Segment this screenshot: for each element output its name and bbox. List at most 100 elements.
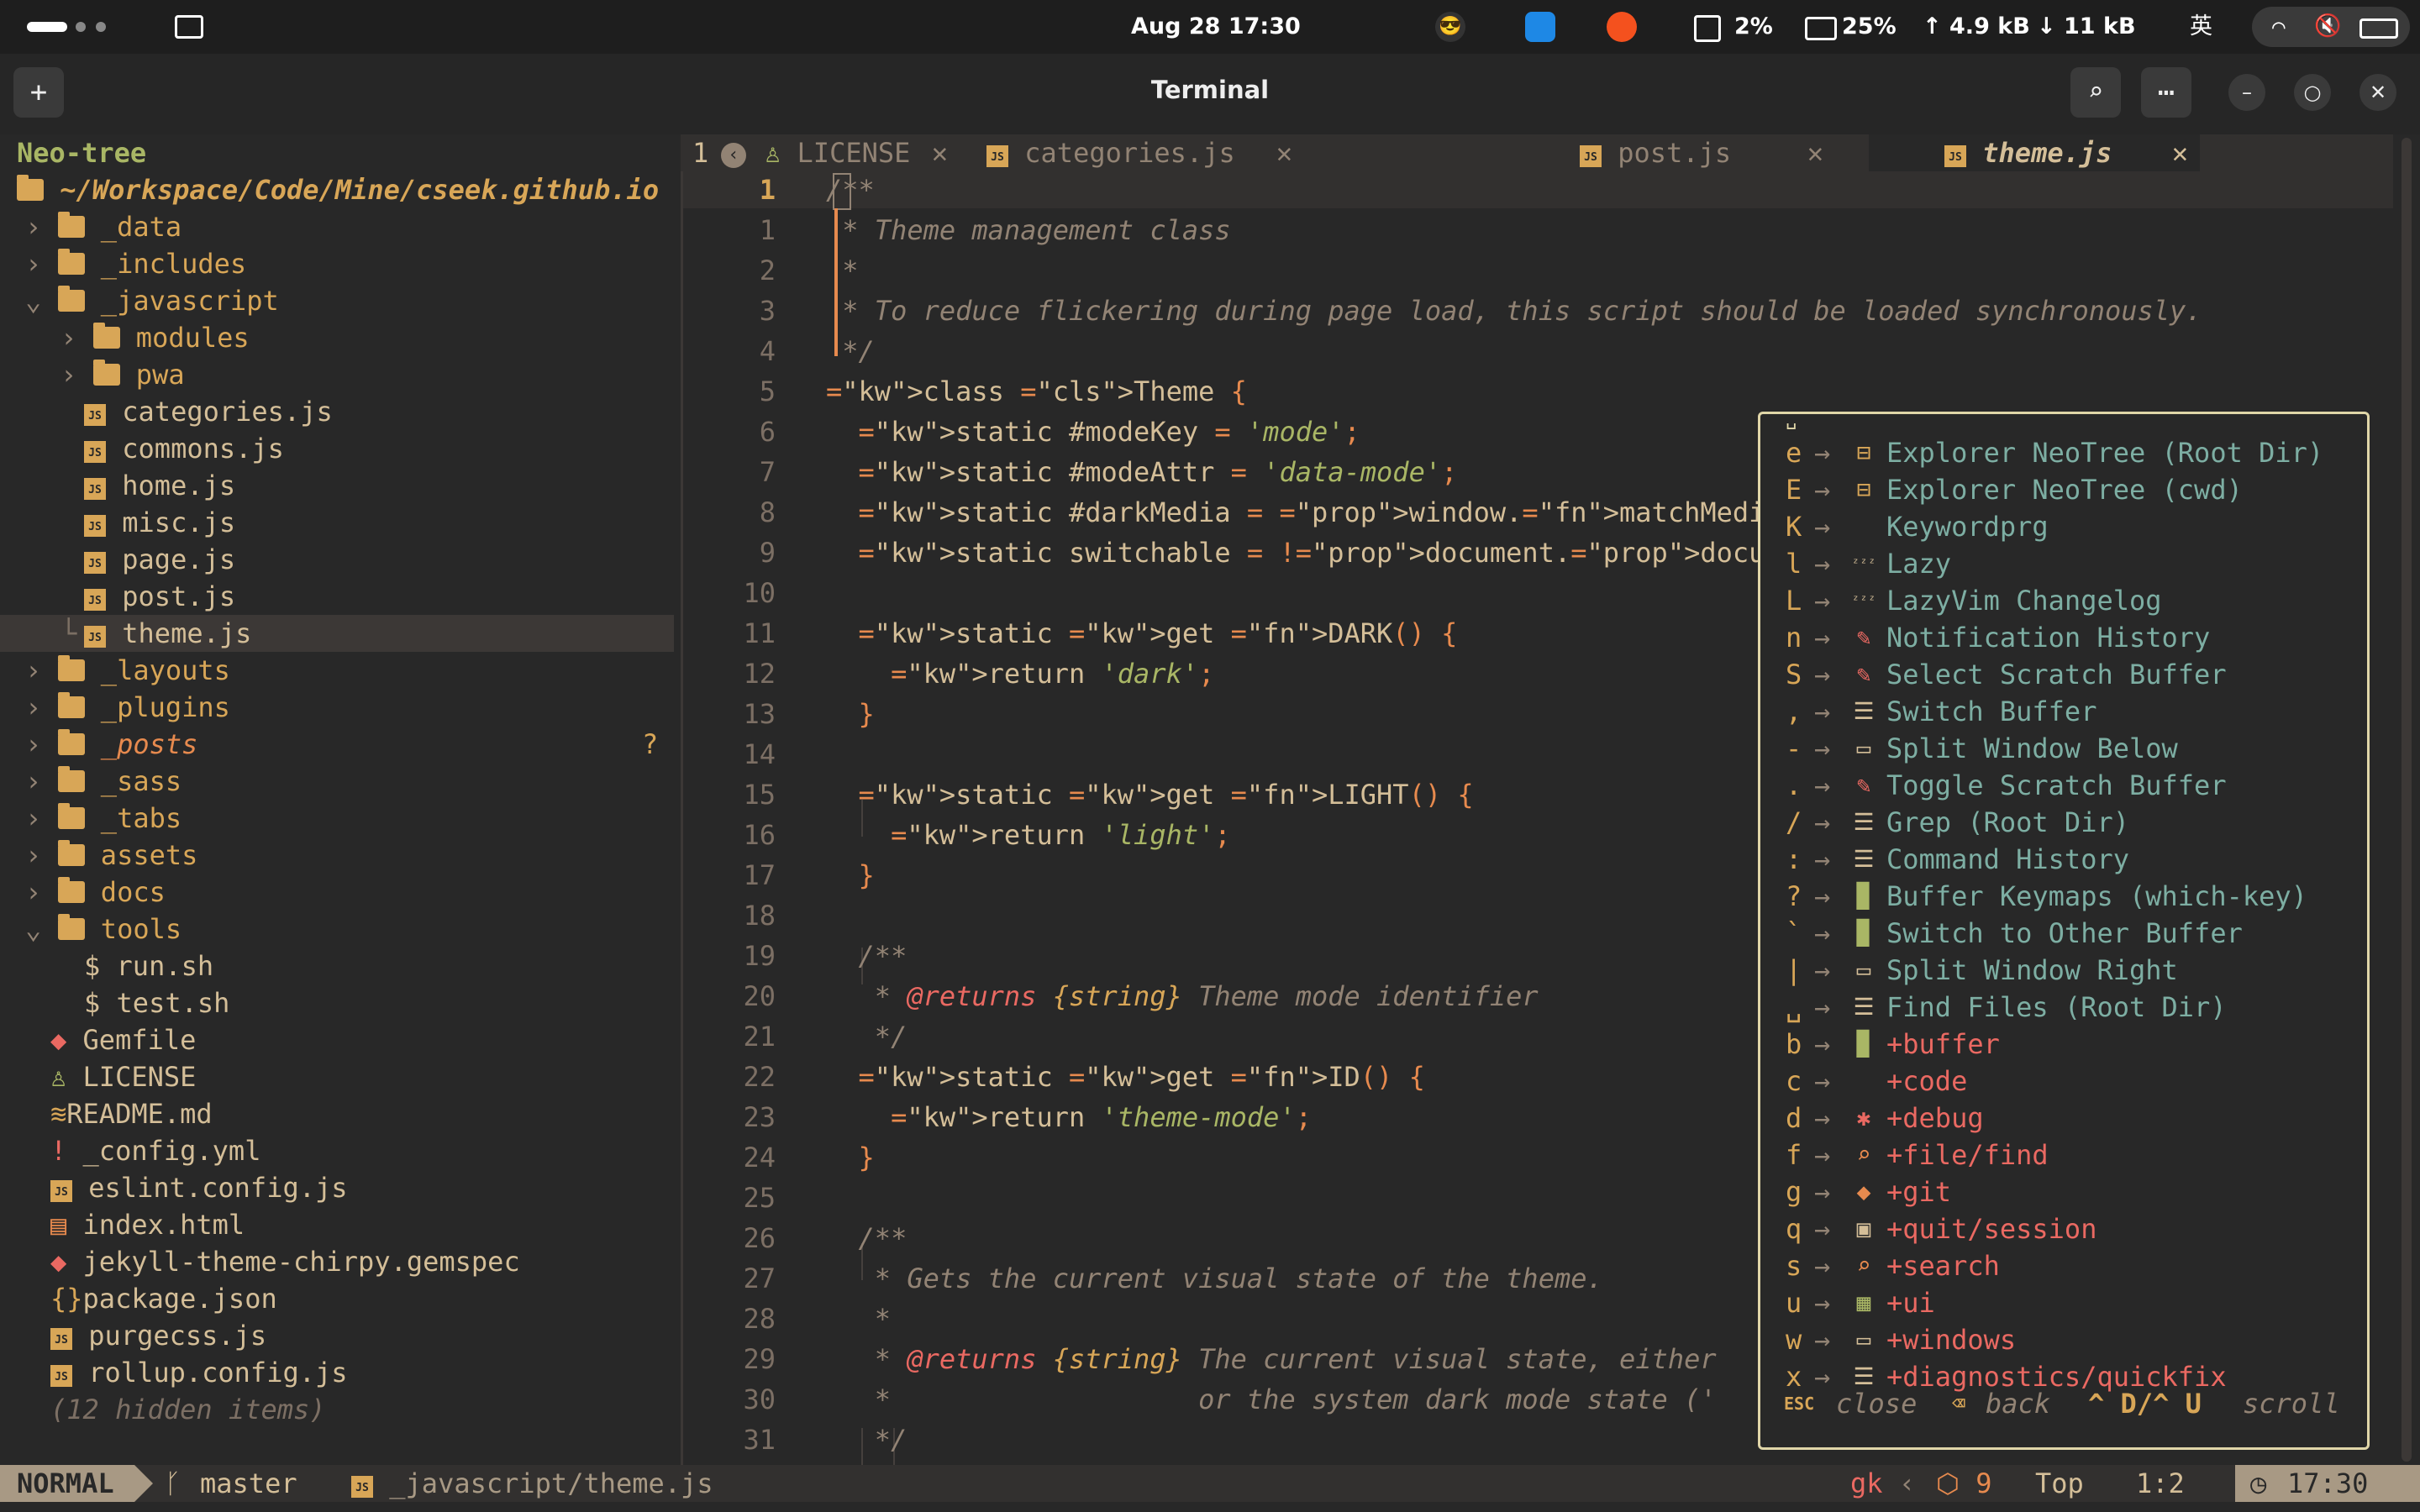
close-icon[interactable]: ✕ (1807, 134, 1823, 171)
tree-folder-tools[interactable]: ⌄ tools (25, 911, 182, 948)
tree-file[interactable]: JS commons.js (84, 430, 284, 467)
tree-folder-plugins[interactable]: › _plugins (25, 689, 230, 726)
tree-file[interactable]: $ run.sh (84, 948, 213, 984)
scroll-hint[interactable]: scroll (2243, 1385, 2340, 1422)
code-line[interactable]: } (826, 1139, 875, 1176)
tree-file[interactable]: JS misc.js (84, 504, 235, 541)
js-file-icon: JS (50, 1328, 72, 1350)
code-line[interactable]: ="kw">static ="kw">get ="fn">LIGHT() { (826, 776, 1474, 813)
tree-folder-assets[interactable]: › assets (25, 837, 197, 874)
close-icon[interactable]: ✕ (1276, 134, 1292, 171)
code-line[interactable]: ="kw">return 'light'; (826, 816, 1231, 853)
tree-file[interactable]: JS home.js (84, 467, 235, 504)
code-line[interactable]: */ (826, 1421, 908, 1458)
code-line[interactable]: */ (826, 333, 875, 370)
maximize-button[interactable]: ○ (2294, 74, 2331, 111)
tree-file[interactable]: JS categories.js (84, 393, 333, 430)
tree-folder-includes[interactable]: › _includes (25, 245, 246, 282)
tree-file[interactable]: JS post.js (84, 578, 235, 615)
which-key-desc: Split Window Below (1886, 732, 2178, 764)
tree-file[interactable]: JS rollup.config.js (50, 1354, 348, 1391)
menu-button[interactable]: ⋯ (2141, 67, 2191, 118)
tree-file[interactable]: JS page.js (84, 541, 235, 578)
code-line[interactable]: ="kw">static #modeAttr = 'data-mode'; (826, 454, 1458, 491)
tree-folder-pwa[interactable]: › pwa (60, 356, 185, 393)
tree-folder-tabs[interactable]: › _tabs (25, 800, 182, 837)
code-line[interactable]: * (826, 252, 858, 289)
tree-folder-posts[interactable]: › _posts (25, 726, 197, 763)
code-line[interactable]: */ (826, 1018, 908, 1055)
code-line[interactable]: } (826, 857, 875, 894)
which-key-desc: LazyVim Changelog (1886, 585, 2162, 617)
code-line[interactable]: * (826, 1300, 891, 1337)
code-line[interactable]: * Theme management class (826, 212, 1230, 249)
tree-file[interactable]: JS purgecss.js (50, 1317, 266, 1354)
tree-folder-javascript[interactable]: ⌄ _javascript (25, 282, 279, 319)
workspace-indicator[interactable] (76, 22, 86, 32)
close-hint[interactable]: close (1836, 1385, 1917, 1422)
back-hint[interactable]: back (1986, 1385, 2050, 1422)
neo-tree-root[interactable]: ~/Workspace/Code/Mine/cseek.github.io (17, 171, 677, 208)
code-line[interactable]: /** (826, 1220, 908, 1257)
tab-post[interactable]: JS post.js ✕ (1580, 134, 1823, 171)
tree-file[interactable]: ! _config.yml (50, 1132, 260, 1169)
scrollbar-track[interactable] (2402, 138, 2412, 1462)
code-line[interactable]: ="kw">return 'dark'; (826, 655, 1214, 692)
window-overview-icon[interactable] (175, 15, 203, 39)
code-line[interactable]: ="kw">return 'theme-mode'; (826, 1099, 1312, 1136)
code-line[interactable]: ="kw">static ="kw">get ="fn">DARK() { (826, 615, 1458, 652)
tree-file[interactable]: ◆ Gemfile (50, 1021, 196, 1058)
code-line[interactable]: ="kw">class ="cls">Theme { (826, 373, 1247, 410)
quick-settings[interactable]: ◠ 🔇 (2252, 7, 2410, 47)
datetime[interactable]: Aug 28 17:30 (1131, 12, 1301, 42)
input-method[interactable]: 英 (2190, 12, 2212, 42)
file-path[interactable]: JS _javascript/theme.js (351, 1465, 713, 1502)
tree-folder-layouts[interactable]: › _layouts (25, 652, 230, 689)
minimize-button[interactable]: – (2228, 74, 2265, 111)
code-line[interactable]: } (826, 696, 875, 732)
tab-scroll-left[interactable]: ‹ (721, 134, 746, 171)
tree-file-selected[interactable]: └ JS theme.js (0, 615, 674, 652)
which-key-desc: +file/find (1886, 1139, 2049, 1171)
tree-folder-data[interactable]: › _data (25, 208, 182, 245)
close-icon[interactable]: ✕ (2172, 134, 2188, 171)
code-line[interactable]: * Gets the current visual state of the t… (826, 1260, 1603, 1297)
workspace-indicator-active[interactable] (27, 22, 67, 32)
code-line[interactable]: /** (826, 171, 875, 208)
tab-license[interactable]: ♙ LICENSE ✕ (765, 134, 948, 171)
tree-file[interactable]: ◆ jekyll-theme-chirpy.gemspec (50, 1243, 520, 1280)
code-line[interactable]: ="kw">static #modeKey = 'mode'; (826, 413, 1360, 450)
code-line[interactable]: * To reduce flickering during page load,… (826, 292, 2202, 329)
hidden-items-count[interactable]: (12 hidden items) (50, 1391, 326, 1428)
which-key-key: s (1786, 1250, 1802, 1282)
which-key-desc: +search (1886, 1250, 2000, 1282)
markdown-icon: ≋ (50, 1098, 67, 1130)
tree-file[interactable]: $ test.sh (84, 984, 229, 1021)
code-line[interactable]: * or the system dark mode state (' (826, 1381, 1717, 1418)
lazy-updates[interactable]: ⬡ 9 (1936, 1465, 1991, 1502)
tab-theme-active[interactable]: JS theme.js ✕ (1869, 134, 2200, 171)
tree-file[interactable]: ♙ LICENSE (50, 1058, 196, 1095)
close-icon[interactable]: ✕ (932, 134, 948, 171)
tree-file[interactable]: JS eslint.config.js (50, 1169, 348, 1206)
code-line[interactable]: ="kw">static ="kw">get ="fn">ID() { (826, 1058, 1425, 1095)
tree-file[interactable]: {}package.json (50, 1280, 277, 1317)
app-tray-icon[interactable] (1525, 12, 1555, 42)
tree-file[interactable]: ≋README.md (50, 1095, 213, 1132)
code-line[interactable]: /** (826, 937, 908, 974)
tree-folder-modules[interactable]: › modules (60, 319, 250, 356)
search-button[interactable]: ⌕ (2070, 67, 2121, 118)
tree-file[interactable]: ▤ index.html (50, 1206, 245, 1243)
tree-folder-sass[interactable]: › _sass (25, 763, 182, 800)
sunglasses-icon[interactable]: 😎 (1435, 12, 1465, 42)
git-branch[interactable]: master (200, 1465, 297, 1502)
tree-folder-docs[interactable]: › docs (25, 874, 166, 911)
code-line[interactable]: * @returns {string} Theme mode identifie… (826, 978, 1539, 1015)
tab-categories[interactable]: JS categories.js ✕ (986, 134, 1292, 171)
code-line[interactable]: * @returns {string} The current visual s… (826, 1341, 1717, 1378)
which-key-key: q (1786, 1213, 1802, 1245)
close-window-button[interactable]: ✕ (2360, 74, 2396, 111)
scrollbar[interactable] (2393, 134, 2420, 1465)
workspace-indicator[interactable] (96, 22, 106, 32)
cat-app-icon[interactable] (1607, 12, 1637, 42)
